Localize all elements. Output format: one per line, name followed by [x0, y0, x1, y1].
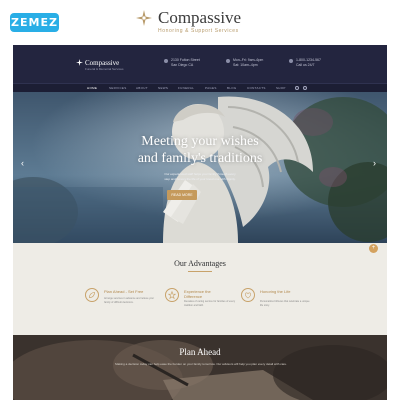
header-address: 2130 Fulton Street San Diego CA	[164, 58, 200, 68]
location-pin-icon	[164, 59, 168, 63]
advantage-heading: Experience the Difference	[184, 289, 211, 299]
advantages-divider	[188, 271, 212, 272]
brand-subtitle: Honoring & Support Services	[158, 28, 239, 34]
header-hours: Mon–Fri: 9am–6pm Sat: 10am–4pm	[226, 58, 263, 68]
compass-rose-icon	[76, 59, 83, 66]
header-address-line2: San Diego CA	[171, 63, 194, 67]
star-icon	[165, 288, 179, 302]
header-phone-line2: Call us 24/7	[296, 63, 315, 67]
advantage-text: Arrange services in advance and relieve …	[104, 297, 155, 304]
nav-item-shop[interactable]: SHOP	[276, 86, 286, 90]
header-phone: 1-800-1234-567 Call us 24/7	[289, 58, 321, 68]
zemez-logo[interactable]: ZEMEZ	[10, 13, 59, 32]
cart-icon[interactable]	[303, 86, 307, 90]
site-header: Compassive Funeral & Memorial Services 2…	[13, 45, 387, 83]
hero-image	[13, 92, 387, 243]
site-logo-subtitle: Funeral & Memorial Services	[85, 67, 124, 71]
advantage-heading: Honoring the Life	[260, 289, 291, 294]
plan-title: Plan Ahead	[179, 347, 221, 357]
chevron-right-icon[interactable]: ›	[373, 158, 376, 168]
hero-title-line1: Meeting your wishes	[141, 134, 259, 149]
nav-item-services[interactable]: SERVICES	[109, 86, 127, 90]
brand-title: Compassive	[158, 8, 242, 27]
advantage-item: Experience the Difference Decades of car…	[165, 288, 237, 318]
marketplace-topbar: ZEMEZ Compassive Honoring & Support Serv…	[0, 0, 400, 44]
chevron-left-icon[interactable]: ‹	[21, 158, 24, 168]
phone-icon	[289, 59, 293, 63]
advantages-section: Our Advantages Plan Ahead - Set Free Arr…	[13, 243, 387, 335]
nav-item-funeral[interactable]: FUNERAL	[178, 86, 194, 90]
plan-background-image	[13, 335, 387, 400]
advantage-item: Plan Ahead - Set Free Arrange services i…	[85, 288, 157, 318]
nav-item-home[interactable]: HOME	[87, 86, 97, 90]
plan-ahead-section: Plan Ahead Making a decision today can h…	[13, 335, 387, 400]
heart-icon	[241, 288, 255, 302]
add-button[interactable]: +	[369, 244, 378, 253]
template-brand: Compassive Honoring & Support Services	[136, 6, 266, 38]
plan-text: Making a decision today can help ease th…	[115, 362, 287, 366]
nav-item-blog[interactable]: BLOG	[227, 86, 237, 90]
advantage-text: Decades of caring service for families o…	[184, 300, 236, 307]
hero-title-line2: and family's traditions	[137, 151, 263, 166]
main-nav: HOME SERVICES ABOUT NEWS FUNERAL PAGES B…	[13, 83, 387, 92]
search-icon[interactable]	[295, 86, 299, 90]
advantage-text: Personalized tributes that celebrate a u…	[260, 300, 310, 307]
site-logo[interactable]: Compassive	[76, 59, 120, 67]
site-logo-text: Compassive	[85, 59, 120, 67]
nav-item-contacts[interactable]: CONTACTS	[247, 86, 266, 90]
header-hours-line2: Sat: 10am–4pm	[233, 63, 258, 67]
compass-rose-icon	[136, 10, 152, 26]
hero-text: Our experienced staff helps your family …	[164, 172, 236, 181]
hero-slider: Meeting your wishes and family's traditi…	[13, 92, 387, 243]
leaf-icon	[85, 288, 99, 302]
nav-item-pages[interactable]: PAGES	[205, 86, 217, 90]
template-preview: Compassive Funeral & Memorial Services 2…	[13, 45, 387, 400]
clock-icon	[226, 59, 230, 63]
read-more-button[interactable]: READ MORE	[167, 190, 197, 200]
nav-item-about[interactable]: ABOUT	[136, 86, 148, 90]
advantages-title: Our Advantages	[174, 259, 226, 268]
advantage-item: Honoring the Life Personalized tributes …	[241, 288, 313, 318]
nav-item-news[interactable]: NEWS	[158, 86, 168, 90]
advantage-heading: Plan Ahead - Set Free	[104, 289, 144, 294]
